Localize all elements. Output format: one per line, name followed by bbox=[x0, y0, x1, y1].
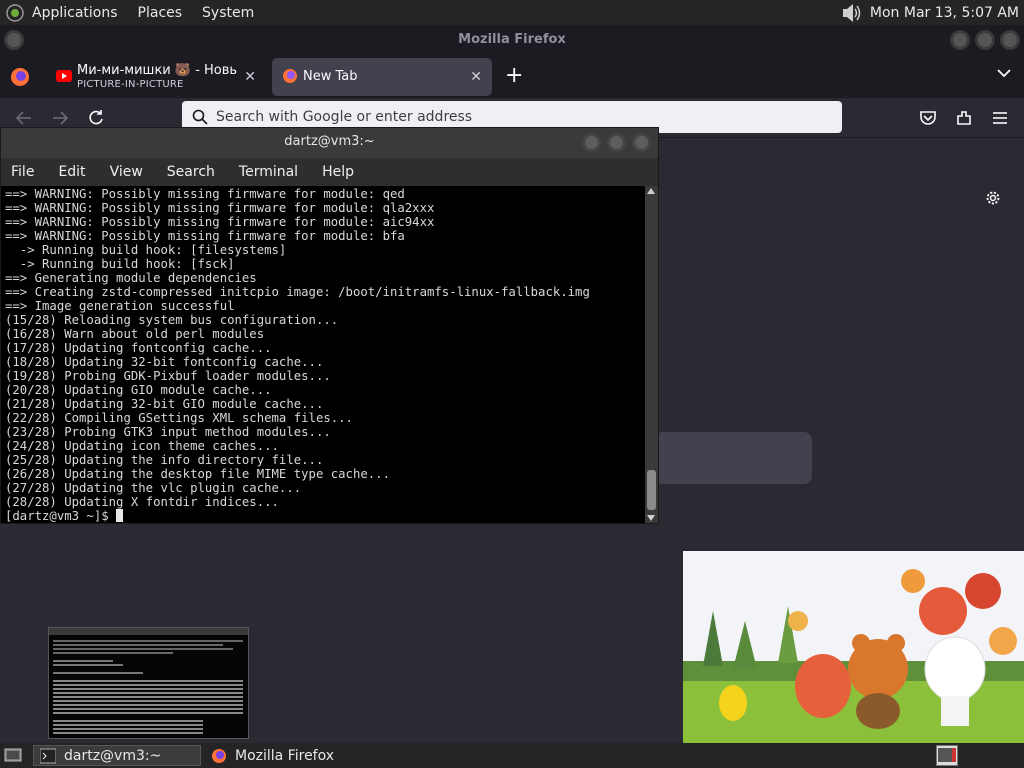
terminal-line: ==> WARNING: Possibly missing firmware f… bbox=[5, 229, 405, 243]
search-icon bbox=[192, 109, 208, 125]
terminal-menubar: File Edit View Search Terminal Help bbox=[1, 158, 658, 186]
terminal-line: (24/28) Updating icon theme caches... bbox=[5, 439, 279, 453]
new-tab-button[interactable]: + bbox=[505, 63, 523, 88]
workspace-icon bbox=[938, 748, 956, 762]
firefox-titlebar[interactable]: Mozilla Firefox bbox=[0, 25, 1024, 55]
terminal-line: (23/28) Probing GTK3 input method module… bbox=[5, 425, 331, 439]
terminal-line: (19/28) Probing GDK-Pixbuf loader module… bbox=[5, 369, 331, 383]
terminal-line: (16/28) Warn about old perl modules bbox=[5, 327, 265, 341]
terminal-titlebar[interactable]: dartz@vm3:~ bbox=[1, 128, 658, 158]
bottom-panel: dartz@vm3:~ Mozilla Firefox bbox=[0, 743, 1024, 768]
terminal-line: ==> WARNING: Possibly missing firmware f… bbox=[5, 187, 405, 201]
terminal-line: (18/28) Updating 32-bit fontconfig cache… bbox=[5, 355, 324, 369]
firefox-icon bbox=[283, 69, 297, 83]
applications-menu[interactable]: Applications bbox=[32, 5, 118, 21]
gear-icon[interactable] bbox=[984, 189, 1002, 207]
taskbar-item-terminal[interactable]: dartz@vm3:~ bbox=[33, 745, 201, 766]
tab-title: Ми-ми-мишки 🐻 - Новые с bbox=[77, 63, 237, 78]
top-panel: Applications Places System Mon Mar 13, 5… bbox=[0, 0, 1024, 25]
terminal-line: ==> Creating zstd-compressed initcpio im… bbox=[5, 285, 590, 299]
close-window-button[interactable] bbox=[1000, 30, 1020, 50]
menu-terminal[interactable]: Terminal bbox=[239, 164, 298, 180]
menu-edit[interactable]: Edit bbox=[58, 164, 85, 180]
taskbar-item-firefox[interactable]: Mozilla Firefox bbox=[205, 745, 405, 766]
clock[interactable]: Mon Mar 13, 5:07 AM bbox=[870, 5, 1019, 21]
terminal-line: ==> WARNING: Possibly missing firmware f… bbox=[5, 215, 435, 229]
terminal-line: (22/28) Compiling GSettings XML schema f… bbox=[5, 411, 353, 425]
picture-in-picture-video[interactable] bbox=[683, 551, 1024, 743]
terminal-line: ==> Generating module dependencies bbox=[5, 271, 257, 285]
firefox-icon bbox=[212, 748, 226, 763]
taskbar-item-label: Mozilla Firefox bbox=[235, 747, 335, 764]
firefox-window-title: Mozilla Firefox bbox=[458, 32, 566, 47]
terminal-window-title: dartz@vm3:~ bbox=[284, 134, 375, 149]
text-cursor bbox=[116, 509, 124, 522]
back-arrow-icon[interactable] bbox=[14, 108, 34, 128]
terminal-line: (21/28) Updating 32-bit GIO module cache… bbox=[5, 397, 324, 411]
shortcut-tile[interactable] bbox=[655, 432, 812, 484]
terminal-minimize-button[interactable] bbox=[582, 133, 601, 152]
tab-title: New Tab bbox=[303, 69, 358, 84]
terminal-line: ==> WARNING: Possibly missing firmware f… bbox=[5, 201, 435, 215]
window-menu-button[interactable] bbox=[4, 30, 24, 50]
terminal-line: ==> Image generation successful bbox=[5, 299, 235, 313]
system-menu[interactable]: System bbox=[202, 5, 254, 21]
url-input[interactable] bbox=[216, 107, 816, 127]
close-tab-icon[interactable]: ✕ bbox=[470, 69, 482, 85]
terminal-line: -> Running build hook: [filesystems] bbox=[5, 243, 287, 257]
shell-prompt: [dartz@vm3 ~]$ bbox=[5, 509, 117, 523]
desktop: Applications Places System Mon Mar 13, 5… bbox=[0, 0, 1024, 768]
tab-youtube[interactable]: Ми-ми-мишки 🐻 - Новые с PICTURE-IN-PICTU… bbox=[46, 58, 266, 96]
terminal-prompt-line: [dartz@vm3 ~]$ bbox=[5, 509, 646, 523]
window-preview-thumbnail[interactable] bbox=[48, 627, 249, 739]
show-desktop-icon[interactable] bbox=[4, 747, 22, 763]
terminal-line: -> Running build hook: [fsck] bbox=[5, 257, 235, 271]
terminal-maximize-button[interactable] bbox=[607, 133, 626, 152]
tab-pip-label: PICTURE-IN-PICTURE bbox=[77, 79, 184, 90]
gnome-foot-icon[interactable] bbox=[6, 3, 24, 22]
forward-arrow-icon[interactable] bbox=[50, 108, 70, 128]
close-tab-icon[interactable]: ✕ bbox=[244, 69, 256, 85]
menu-file[interactable]: File bbox=[11, 164, 34, 180]
terminal-window: dartz@vm3:~ File Edit View Search Termin… bbox=[0, 127, 659, 524]
scrollbar-thumb[interactable] bbox=[647, 470, 656, 510]
tab-strip: Ми-ми-мишки 🐻 - Новые с PICTURE-IN-PICTU… bbox=[0, 55, 1024, 98]
scroll-down-icon[interactable] bbox=[647, 515, 655, 521]
chevron-down-icon[interactable] bbox=[996, 65, 1012, 81]
terminal-line: (28/28) Updating X fontdir indices... bbox=[5, 495, 279, 509]
taskbar-item-label: dartz@vm3:~ bbox=[64, 747, 162, 764]
terminal-line: (20/28) Updating GIO module cache... bbox=[5, 383, 272, 397]
scroll-up-icon[interactable] bbox=[647, 188, 655, 194]
maximize-button[interactable] bbox=[975, 30, 995, 50]
speaker-icon[interactable] bbox=[840, 3, 862, 23]
menu-view[interactable]: View bbox=[110, 164, 143, 180]
terminal-close-button[interactable] bbox=[632, 133, 651, 152]
extensions-icon[interactable] bbox=[954, 108, 974, 128]
cartoon-video-frame bbox=[683, 551, 1024, 743]
places-menu[interactable]: Places bbox=[138, 5, 183, 21]
menu-search[interactable]: Search bbox=[167, 164, 215, 180]
terminal-output[interactable]: ==> WARNING: Possibly missing firmware f… bbox=[1, 186, 646, 523]
terminal-line: (17/28) Updating fontconfig cache... bbox=[5, 341, 272, 355]
terminal-line: (25/28) Updating the info directory file… bbox=[5, 453, 324, 467]
pocket-icon[interactable] bbox=[918, 108, 938, 128]
terminal-line: (26/28) Updating the desktop file MIME t… bbox=[5, 467, 390, 481]
terminal-preview-graphic bbox=[49, 628, 248, 738]
minimize-button[interactable] bbox=[950, 30, 970, 50]
terminal-line: (15/28) Reloading system bus configurati… bbox=[5, 313, 339, 327]
youtube-icon bbox=[56, 70, 72, 82]
firefox-view-icon[interactable] bbox=[10, 67, 30, 87]
tab-new-tab[interactable]: New Tab ✕ bbox=[272, 58, 492, 96]
workspace-switcher[interactable] bbox=[936, 745, 958, 766]
terminal-icon bbox=[40, 748, 56, 763]
menu-help[interactable]: Help bbox=[322, 164, 354, 180]
hamburger-menu-icon[interactable] bbox=[990, 108, 1010, 128]
terminal-scrollbar[interactable] bbox=[645, 186, 658, 523]
reload-icon[interactable] bbox=[86, 108, 106, 128]
terminal-line: (27/28) Updating the vlc plugin cache... bbox=[5, 481, 302, 495]
